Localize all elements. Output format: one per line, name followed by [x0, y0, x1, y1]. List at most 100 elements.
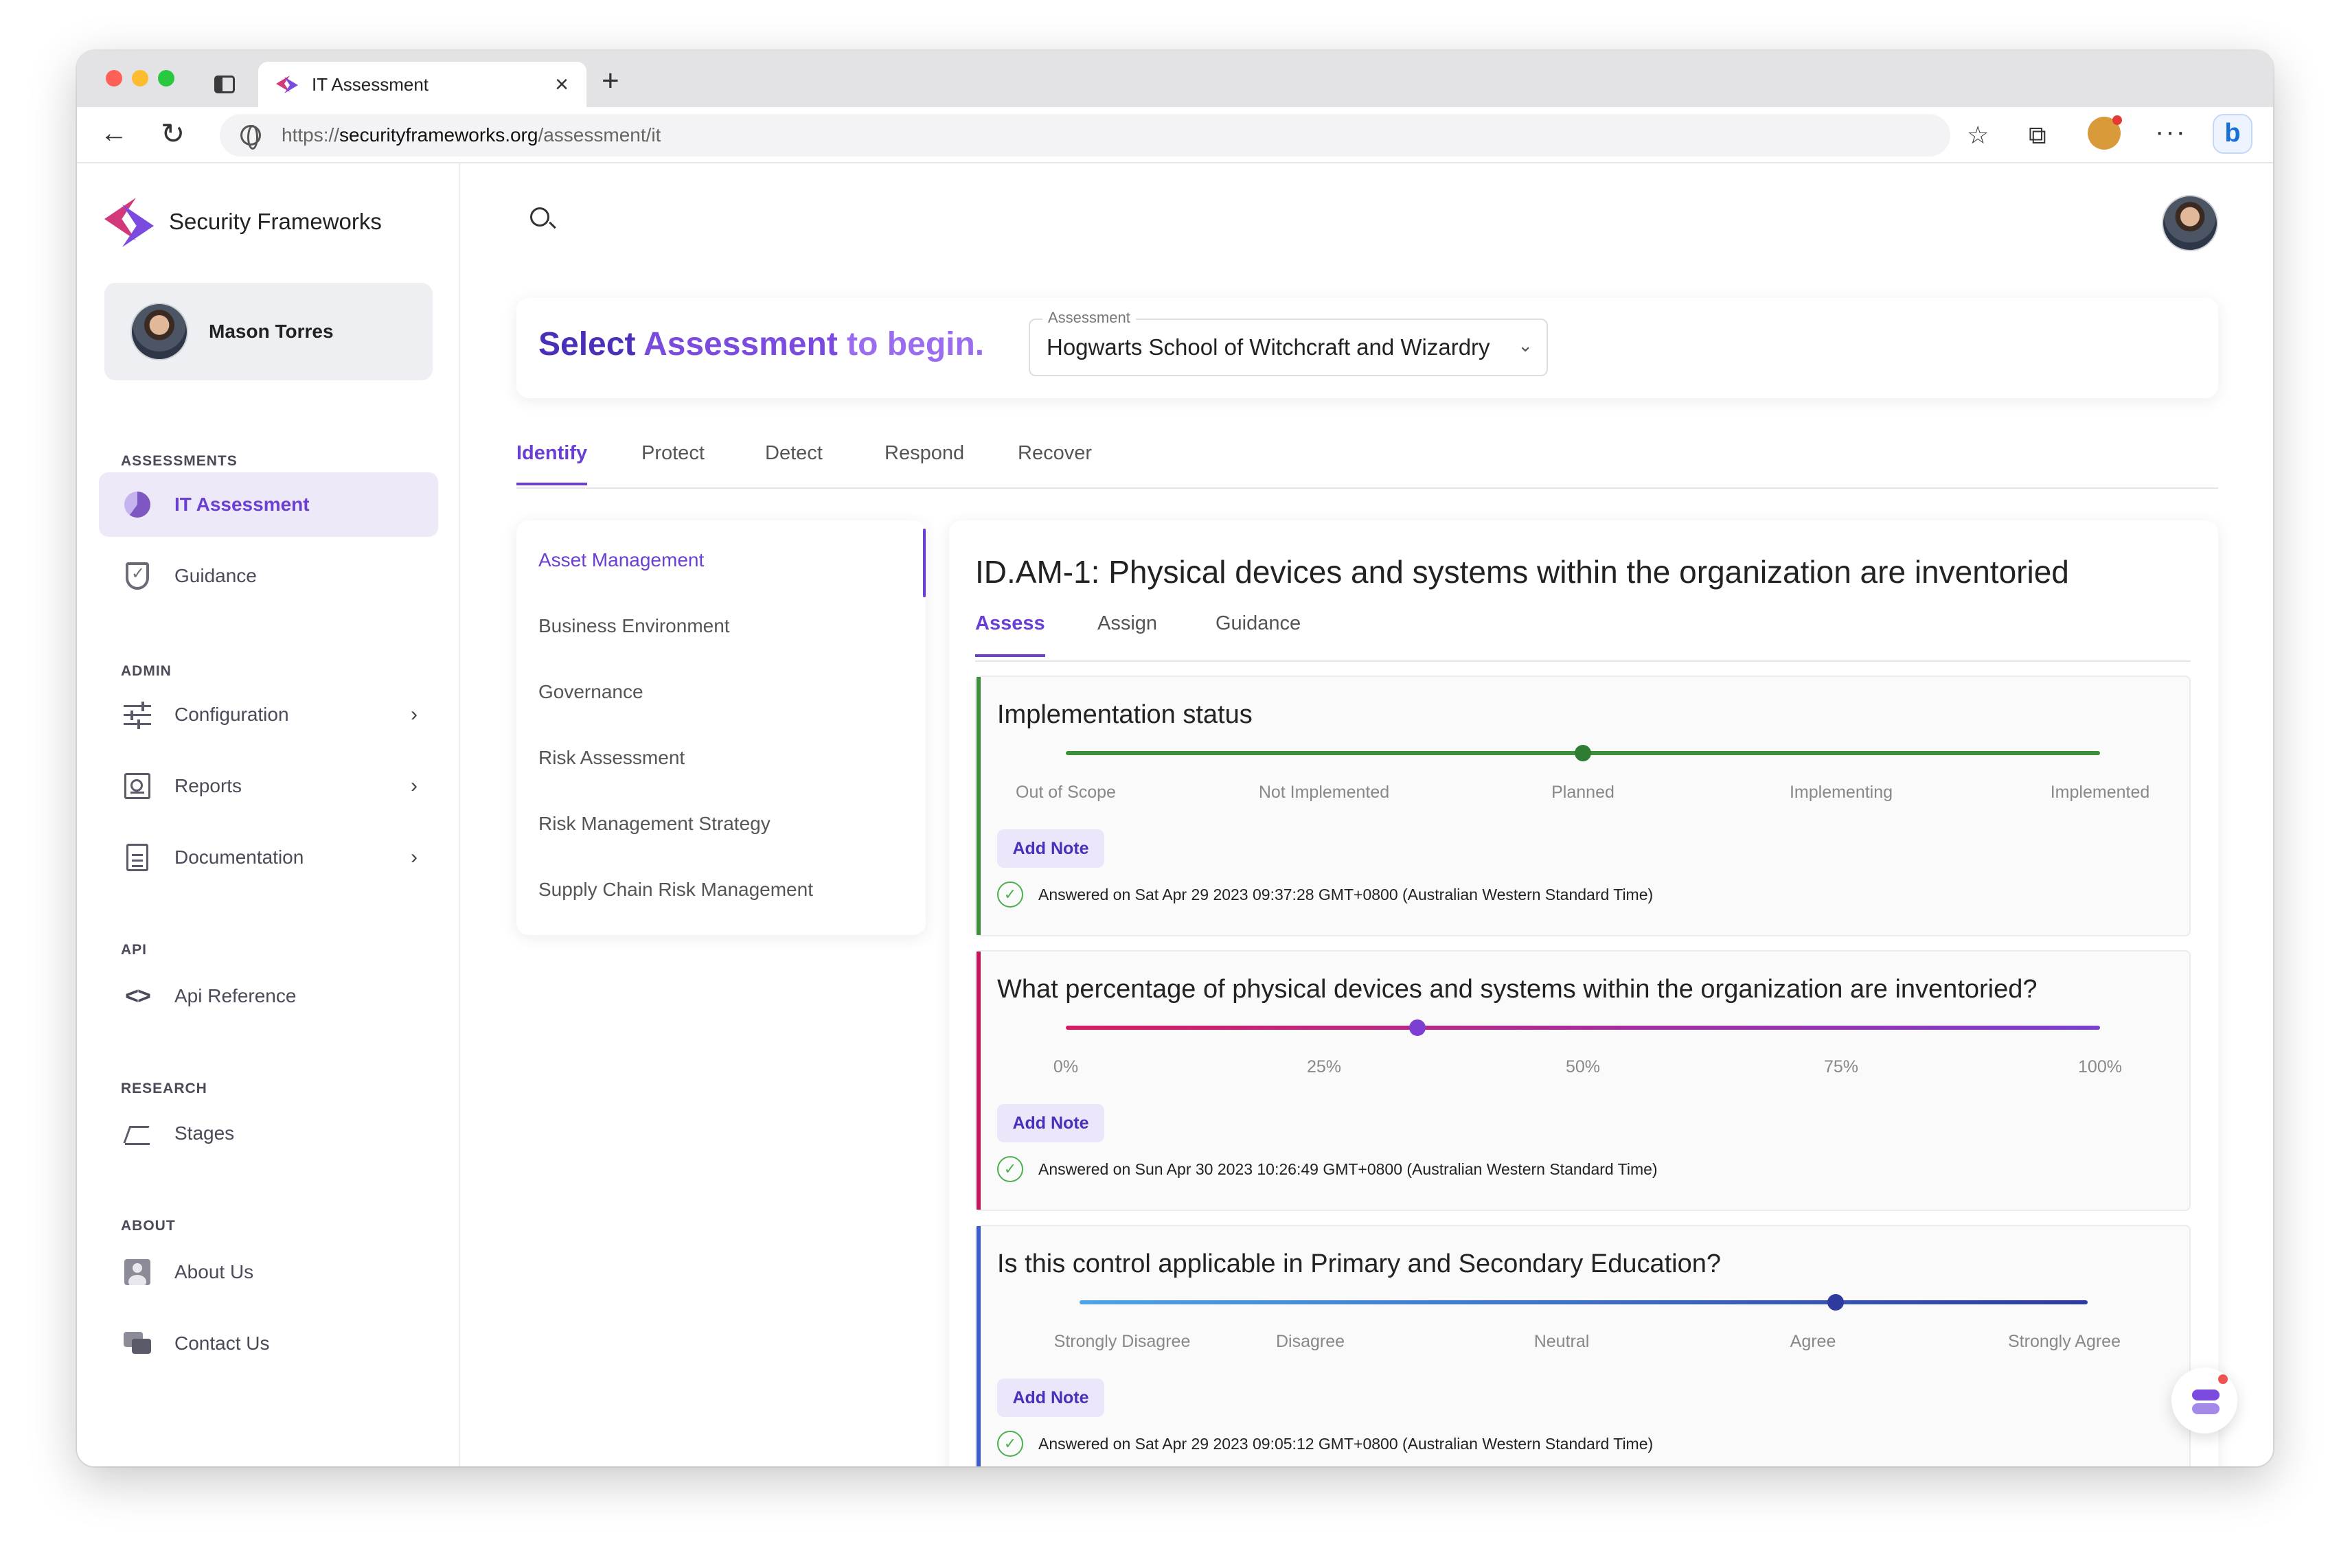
browser-tab-title: IT Assessment: [312, 73, 429, 95]
question-card-implementation-status: Implementation status Out of Scope Not I…: [975, 676, 2191, 936]
main-content: Select Assessment to begin. Assessment H…: [461, 163, 2273, 1466]
chevron-right-icon: ›: [411, 846, 418, 868]
slider-label: Strongly Disagree: [1053, 1332, 1191, 1351]
sidebar-item-guidance[interactable]: Guidance: [99, 544, 438, 608]
sidebar-item-it-assessment[interactable]: IT Assessment: [99, 472, 438, 537]
tab-detect[interactable]: Detect: [765, 442, 823, 483]
tab-protect[interactable]: Protect: [641, 442, 705, 483]
sidebar: Security Frameworks Mason Torres ASSESSM…: [77, 163, 460, 1466]
user-name: Mason Torres: [209, 321, 334, 342]
sidebar-item-configuration[interactable]: Configuration ›: [99, 682, 438, 747]
tab-recover[interactable]: Recover: [1018, 442, 1092, 483]
section-api: API: [121, 942, 148, 958]
tab-respond[interactable]: Respond: [885, 442, 964, 483]
question-accent-bar: [977, 1226, 981, 1466]
check-circle-icon: ✓: [997, 1431, 1023, 1457]
slider-label: 100%: [2078, 1057, 2122, 1076]
sidebar-item-reports[interactable]: Reports ›: [99, 754, 438, 818]
app: Security Frameworks Mason Torres ASSESSM…: [77, 163, 2273, 1466]
sidebar-item-documentation[interactable]: Documentation ›: [99, 825, 438, 890]
close-window-button[interactable]: [106, 70, 122, 87]
add-note-button[interactable]: Add Note: [997, 829, 1104, 868]
add-note-button[interactable]: Add Note: [997, 1104, 1104, 1142]
search-icon[interactable]: [530, 207, 549, 227]
close-tab-icon[interactable]: ×: [555, 73, 569, 96]
chevron-down-icon: ⌄: [1518, 335, 1533, 356]
maximize-window-button[interactable]: [158, 70, 174, 87]
slider-label: 50%: [1565, 1057, 1601, 1076]
sidebar-item-stages[interactable]: Stages: [99, 1101, 438, 1166]
slider-track[interactable]: [1066, 1026, 2100, 1030]
browser-tabbar: IT Assessment × +: [77, 51, 2273, 107]
answered-timestamp: Answered on Sat Apr 29 2023 09:37:28 GMT…: [1038, 885, 1654, 903]
minimize-window-button[interactable]: [132, 70, 148, 87]
question-title: Is this control applicable in Primary an…: [997, 1249, 1722, 1278]
reload-icon[interactable]: ↻: [161, 117, 185, 150]
sidebar-item-api-reference[interactable]: <> Api Reference: [99, 964, 438, 1028]
collections-icon[interactable]: ⧉: [2029, 121, 2046, 150]
user-card[interactable]: Mason Torres: [104, 283, 433, 380]
assessment-select[interactable]: Assessment Hogwarts School of Witchcraft…: [1029, 309, 1548, 376]
code-icon: <>: [125, 982, 151, 1009]
control-tabs: Assess Assign Guidance: [975, 610, 2191, 662]
back-arrow-icon[interactable]: ←: [100, 118, 128, 149]
tab-assess[interactable]: Assess: [975, 612, 1045, 657]
brand[interactable]: Security Frameworks: [104, 194, 382, 250]
sidebar-toggle-icon[interactable]: [214, 76, 235, 93]
category-item-supply-chain-risk-management[interactable]: Supply Chain Risk Management: [538, 879, 813, 901]
category-item-governance[interactable]: Governance: [538, 681, 643, 703]
control-title: ID.AM-1: Physical devices and systems wi…: [975, 554, 2069, 590]
slider-label: 0%: [1053, 1057, 1079, 1076]
section-assessments: ASSESSMENTS: [121, 453, 238, 469]
sidebar-item-label: Reports: [174, 775, 242, 796]
slider-thumb[interactable]: [1409, 1019, 1426, 1036]
favorites-star-icon[interactable]: ☆: [1967, 121, 1989, 150]
shield-icon: [121, 560, 154, 592]
new-tab-icon[interactable]: +: [602, 66, 619, 96]
url-field[interactable]: https://securityframeworks.org/assessmen…: [220, 114, 1950, 157]
browser-tab-it-assessment[interactable]: IT Assessment ×: [258, 62, 586, 107]
section-research: RESEARCH: [121, 1081, 207, 1096]
avatar[interactable]: [2162, 195, 2218, 251]
slider-thumb[interactable]: [1827, 1294, 1844, 1311]
slider-label: Disagree: [1275, 1332, 1345, 1351]
add-note-button[interactable]: Add Note: [997, 1379, 1104, 1417]
slider-label: 25%: [1306, 1057, 1342, 1076]
sidebar-item-label: Contact Us: [174, 1333, 270, 1354]
active-category-indicator: [923, 529, 926, 597]
favicon-icon: [276, 73, 299, 96]
gauge-icon: [121, 488, 154, 521]
brand-logo-icon: [104, 194, 154, 250]
category-item-business-environment[interactable]: Business Environment: [538, 615, 730, 637]
slider-label: 75%: [1823, 1057, 1859, 1076]
slider-label: Agree: [1790, 1332, 1836, 1351]
tab-identify[interactable]: Identify: [516, 442, 588, 485]
help-chat-button[interactable]: [2171, 1368, 2237, 1433]
answered-status: ✓ Answered on Sat Apr 29 2023 09:37:28 G…: [997, 881, 1653, 908]
slider-thumb[interactable]: [1575, 745, 1591, 761]
slider-label: Implemented: [2050, 783, 2150, 802]
sidebar-item-contact-us[interactable]: Contact Us: [99, 1311, 438, 1376]
person-icon: [121, 1256, 154, 1289]
category-item-risk-assessment[interactable]: Risk Assessment: [538, 747, 685, 769]
assessment-select-value: Hogwarts School of Witchcraft and Wizard…: [1047, 334, 1490, 360]
document-icon: [121, 841, 154, 874]
assessment-select-label: Assessment: [1042, 309, 1136, 327]
chevron-right-icon: ›: [411, 703, 418, 726]
bing-icon[interactable]: b: [2213, 114, 2252, 154]
slider-track[interactable]: [1080, 1300, 2088, 1304]
more-options-icon[interactable]: ···: [2155, 117, 2187, 148]
tab-assign[interactable]: Assign: [1097, 612, 1157, 654]
category-item-risk-management-strategy[interactable]: Risk Management Strategy: [538, 813, 771, 835]
stages-icon: [121, 1117, 154, 1150]
extension-icon[interactable]: [2088, 115, 2122, 150]
answered-status: ✓ Answered on Sat Apr 29 2023 09:05:12 G…: [997, 1431, 1653, 1457]
sidebar-item-label: About Us: [174, 1261, 254, 1282]
question-card-percentage-inventoried: What percentage of physical devices and …: [975, 950, 2191, 1211]
slider-label: Not Implemented: [1258, 783, 1390, 802]
control-detail: ID.AM-1: Physical devices and systems wi…: [949, 520, 2218, 1466]
sidebar-item-about-us[interactable]: About Us: [99, 1240, 438, 1304]
category-item-asset-management[interactable]: Asset Management: [538, 549, 704, 571]
tab-guidance[interactable]: Guidance: [1216, 612, 1301, 654]
page-title: Select Assessment to begin.: [538, 326, 985, 362]
